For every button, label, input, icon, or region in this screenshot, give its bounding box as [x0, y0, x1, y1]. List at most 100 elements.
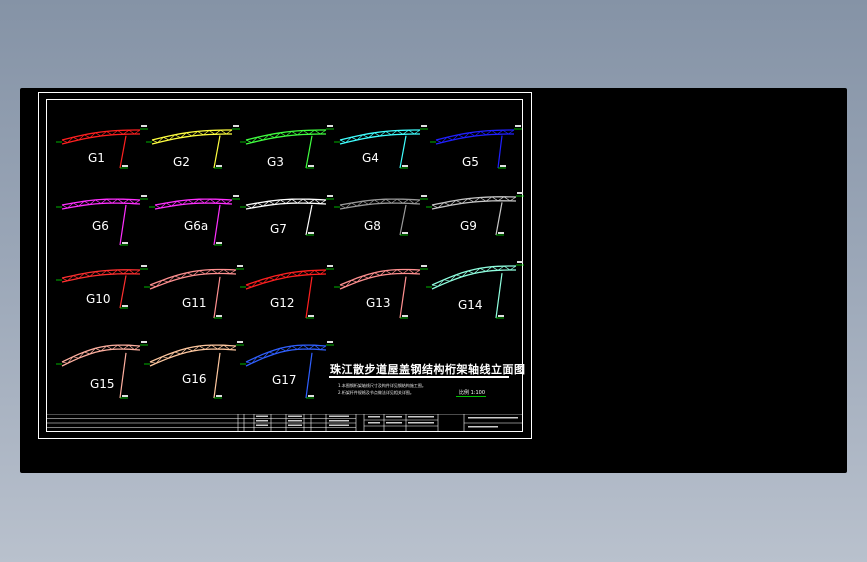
level-tag-right	[233, 125, 239, 127]
truss-label: G16	[182, 372, 207, 386]
truss-bottom-chord	[339, 133, 420, 145]
support-column	[213, 276, 221, 319]
level-tags	[402, 195, 427, 234]
truss-bottom-chord	[61, 348, 141, 367]
level-tags	[216, 195, 239, 244]
truss-top-chord	[61, 344, 141, 363]
level-tags	[122, 265, 147, 307]
level-tag-right	[327, 125, 333, 127]
level-tag-right	[237, 341, 243, 343]
level-markers	[240, 344, 334, 399]
level-tag-base	[308, 315, 314, 317]
level-tag-right	[515, 125, 521, 127]
support-column	[119, 204, 127, 246]
support-column	[305, 276, 313, 319]
level-markers	[334, 198, 428, 236]
level-tag-base	[500, 165, 506, 167]
support-column	[497, 135, 503, 169]
support-column	[305, 352, 313, 399]
level-tag-right	[141, 341, 147, 343]
title-block	[46, 414, 523, 432]
truss-bottom-chord	[339, 202, 421, 210]
support-column	[213, 352, 221, 399]
truss-top-chord	[149, 268, 237, 286]
truss-label: G13	[366, 296, 391, 310]
level-tag-right	[421, 265, 427, 267]
drawing-title: 珠江散步道屋盖钢结构桁架轴线立面图	[330, 363, 526, 376]
truss-top-chord	[245, 344, 327, 363]
truss-top-chord	[61, 129, 140, 141]
support-column	[119, 135, 127, 169]
truss-label: G8	[364, 219, 381, 233]
level-tag-right	[421, 195, 427, 197]
level-tag-base	[498, 232, 504, 234]
truss-top-chord	[339, 129, 420, 141]
level-tag-base	[402, 165, 408, 167]
level-tag-base	[216, 315, 222, 317]
level-markers	[144, 268, 244, 319]
truss-g13	[339, 268, 421, 319]
level-tag-base	[122, 395, 128, 397]
truss-label: G6a	[184, 219, 209, 233]
level-tag-right	[421, 125, 427, 127]
level-tag-base	[216, 242, 222, 244]
scale-label: 比例 1:100	[459, 390, 485, 396]
level-tag-right	[237, 265, 243, 267]
level-tag-base	[402, 315, 408, 317]
level-tag-base	[122, 305, 128, 307]
truss-label: G14	[458, 298, 483, 312]
truss-drawings	[56, 125, 524, 399]
level-tag-right	[327, 195, 333, 197]
support-column	[495, 273, 503, 319]
level-markers	[334, 268, 428, 319]
support-column	[305, 204, 313, 236]
level-tag-right	[141, 125, 147, 127]
level-tag-right	[327, 341, 333, 343]
level-tag-base	[122, 165, 128, 167]
level-tag-right	[141, 195, 147, 197]
drawing-note-1: 1.本图钢桁架轴线尺寸及构件详见钢结构施工图。	[338, 383, 426, 388]
truss-label: G15	[90, 377, 115, 391]
level-markers	[240, 198, 334, 236]
truss-bottom-chord	[245, 348, 327, 367]
truss-g2	[151, 129, 233, 169]
truss-label: G10	[86, 292, 111, 306]
level-tags	[308, 125, 333, 167]
support-column	[399, 276, 407, 319]
truss-label: G3	[267, 155, 284, 169]
truss-bottom-chord	[149, 272, 237, 290]
truss-label: G9	[460, 219, 477, 233]
truss-label: G2	[173, 155, 190, 169]
level-tag-base	[308, 232, 314, 234]
truss-label: G12	[270, 296, 295, 310]
support-column	[495, 202, 503, 236]
truss-g11	[149, 268, 237, 319]
level-tags	[500, 125, 521, 167]
support-column	[305, 135, 313, 169]
truss-g3	[245, 129, 327, 169]
truss-top-chord	[149, 344, 237, 363]
truss-bottom-chord	[339, 272, 421, 290]
level-tag-right	[517, 261, 523, 263]
support-column	[399, 135, 407, 169]
level-tag-base	[308, 165, 314, 167]
level-tag-base	[308, 395, 314, 397]
truss-label: G1	[88, 151, 105, 165]
level-tags	[122, 125, 147, 167]
truss-bottom-chord	[245, 202, 327, 210]
level-tag-base	[498, 315, 504, 317]
level-tag-base	[402, 232, 408, 234]
title-underline	[329, 376, 509, 378]
truss-bottom-chord	[61, 133, 140, 145]
support-column	[213, 135, 221, 169]
level-tag-base	[216, 395, 222, 397]
level-tag-right	[517, 192, 523, 194]
level-tag-right	[141, 265, 147, 267]
truss-bottom-chord	[245, 133, 326, 145]
truss-top-chord	[339, 268, 421, 286]
truss-bottom-chord	[61, 202, 141, 210]
support-column	[213, 204, 221, 246]
level-tags	[216, 265, 243, 317]
truss-label: G6	[92, 219, 109, 233]
truss-top-chord	[435, 129, 514, 141]
